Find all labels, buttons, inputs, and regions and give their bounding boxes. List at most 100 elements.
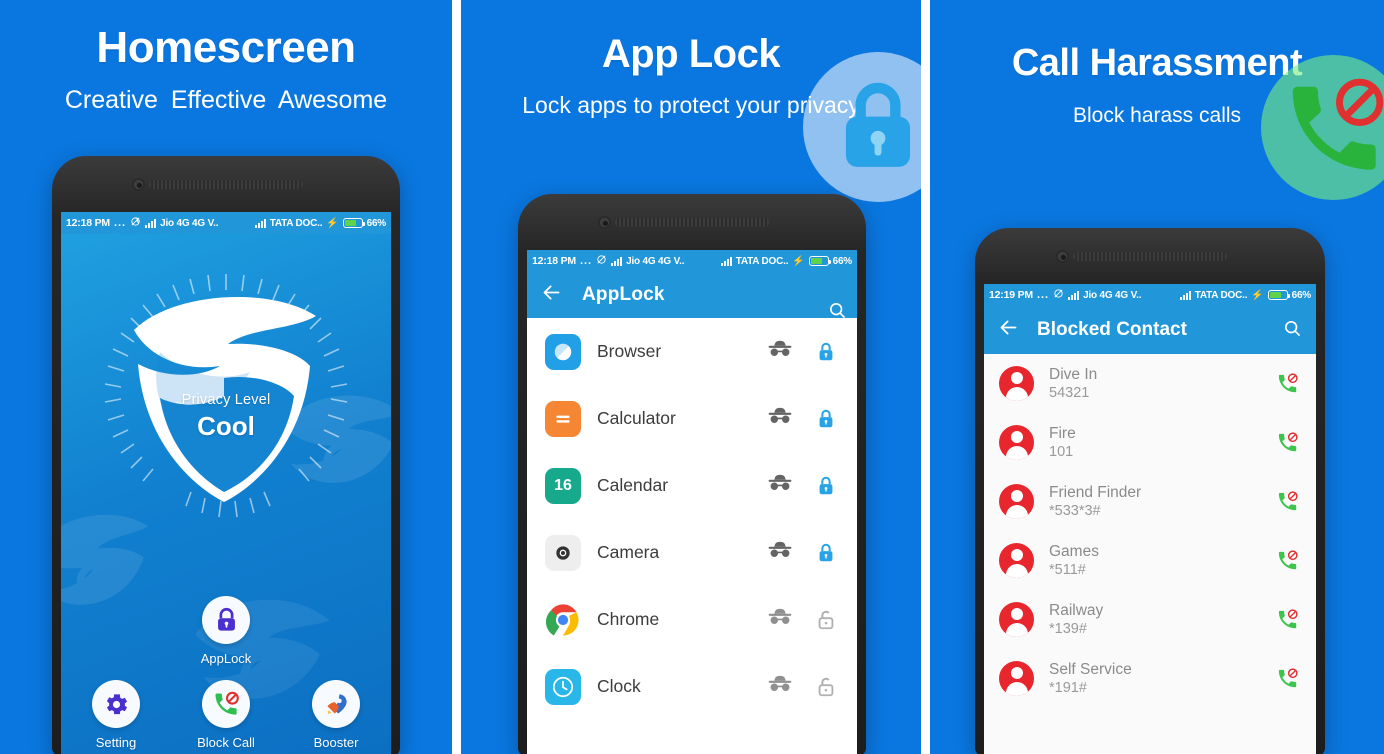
carrier-1: Jio 4G 4G V.. bbox=[160, 217, 219, 229]
no-sync-icon bbox=[130, 216, 141, 230]
contact-name: Self Service bbox=[1049, 660, 1132, 678]
call-blocked-icon[interactable] bbox=[1272, 549, 1302, 572]
call-block-icon bbox=[202, 680, 250, 728]
table-row[interactable]: Fire 101 bbox=[984, 413, 1316, 472]
contact-name: Friend Finder bbox=[1049, 483, 1142, 501]
list-item[interactable]: 16 Calendar bbox=[527, 452, 857, 519]
app-bar-title: Blocked Contact bbox=[1037, 319, 1187, 340]
battery-icon bbox=[342, 218, 365, 228]
app-bar: Blocked Contact bbox=[984, 306, 1316, 354]
call-blocked-icon[interactable] bbox=[1272, 490, 1302, 513]
contact-name: Fire bbox=[1049, 424, 1076, 442]
call-blocked-icon[interactable] bbox=[1272, 431, 1302, 454]
home-app-booster[interactable]: Booster bbox=[282, 680, 390, 750]
back-arrow-icon[interactable] bbox=[998, 317, 1019, 343]
avatar bbox=[999, 543, 1034, 578]
carrier-2: TATA DOC.. bbox=[269, 217, 323, 229]
unlock-toggle[interactable] bbox=[811, 676, 841, 698]
battery-icon bbox=[808, 256, 831, 266]
status-bar: 12:19 PM ... Jio 4G 4G V.. TATA DOC.. ⚡ … bbox=[984, 284, 1316, 306]
front-camera-icon bbox=[1055, 249, 1069, 263]
earpiece-speaker bbox=[615, 217, 769, 227]
app-row-bottom: Setting Block Call Booster bbox=[61, 680, 391, 750]
phone-top-bezel bbox=[975, 228, 1325, 284]
page-subtitle: Block harass calls bbox=[1072, 104, 1242, 127]
app-name: Browser bbox=[597, 341, 662, 361]
search-icon[interactable] bbox=[1282, 318, 1302, 343]
homescreen-wallpaper: Privacy Level Cool AppLock Setting Block… bbox=[61, 234, 391, 754]
home-app-setting[interactable]: Setting bbox=[62, 680, 170, 750]
clock-icon bbox=[545, 668, 581, 705]
battery-percent: 66% bbox=[366, 217, 387, 229]
status-time: 12:18 PM bbox=[532, 255, 576, 267]
page-title: Homescreen bbox=[96, 23, 356, 72]
contact-info: Self Service *191# bbox=[1049, 660, 1257, 698]
table-row[interactable]: Dive In 54321 bbox=[984, 354, 1316, 413]
app-bar-title: AppLock bbox=[582, 284, 665, 305]
contact-number: *191# bbox=[1049, 679, 1087, 696]
table-row[interactable]: Railway *139# bbox=[984, 590, 1316, 649]
camera-icon bbox=[545, 534, 581, 571]
calendar-icon: 16 bbox=[545, 467, 581, 504]
list-item[interactable]: Clock bbox=[527, 653, 857, 720]
battery-percent: 66% bbox=[1291, 289, 1312, 301]
home-app-applock[interactable]: AppLock bbox=[172, 596, 280, 666]
phone-screen: 12:18 PM ... Jio 4G 4G V.. TATA DOC.. ⚡ … bbox=[61, 212, 391, 754]
lock-toggle[interactable] bbox=[811, 475, 841, 497]
privacy-level-label: Privacy Level bbox=[181, 392, 271, 408]
status-dots: ... bbox=[1036, 289, 1050, 301]
list-item[interactable]: Chrome bbox=[527, 586, 857, 653]
home-app-label: Setting bbox=[95, 735, 137, 750]
home-app-block-call[interactable]: Block Call bbox=[172, 680, 280, 750]
gear-icon bbox=[92, 680, 140, 728]
incognito-icon[interactable] bbox=[767, 407, 795, 430]
charging-bolt-icon: ⚡ bbox=[1251, 289, 1264, 301]
phone-mockup: 12:19 PM ... Jio 4G 4G V.. TATA DOC.. ⚡ … bbox=[975, 228, 1325, 754]
chrome-icon bbox=[545, 602, 581, 638]
rocket-icon bbox=[312, 680, 360, 728]
carrier-2: TATA DOC.. bbox=[1194, 289, 1248, 301]
signal-icon-1 bbox=[1068, 290, 1080, 300]
app-name: Calendar bbox=[597, 475, 669, 495]
panel-homescreen: Homescreen Creative Effective Awesome 12… bbox=[0, 0, 452, 754]
call-blocked-icon[interactable] bbox=[1272, 372, 1302, 395]
list-item[interactable]: Calculator bbox=[527, 385, 857, 452]
incognito-icon[interactable] bbox=[767, 340, 795, 363]
phone-mockup: 12:18 PM ... Jio 4G 4G V.. TATA DOC.. ⚡ … bbox=[518, 194, 866, 754]
unlock-toggle[interactable] bbox=[811, 609, 841, 631]
call-blocked-icon[interactable] bbox=[1272, 667, 1302, 690]
list-item[interactable]: Browser bbox=[527, 318, 857, 385]
table-row[interactable]: Games *511# bbox=[984, 531, 1316, 590]
table-row[interactable]: Self Service *191# bbox=[984, 649, 1316, 708]
incognito-icon[interactable] bbox=[767, 474, 795, 497]
contact-number: *533*3# bbox=[1049, 502, 1101, 519]
incognito-icon[interactable] bbox=[767, 608, 795, 631]
page-subtitle: Creative Effective Awesome bbox=[64, 86, 388, 114]
panel-applock: App Lock Lock apps to protect your priva… bbox=[461, 0, 921, 754]
list-item[interactable]: Camera bbox=[527, 519, 857, 586]
call-blocked-icon[interactable] bbox=[1272, 608, 1302, 631]
home-app-label: Booster bbox=[313, 735, 359, 750]
phone-screen: 12:18 PM ... Jio 4G 4G V.. TATA DOC.. ⚡ … bbox=[527, 250, 857, 754]
avatar bbox=[999, 425, 1034, 460]
table-row[interactable]: Friend Finder *533*3# bbox=[984, 472, 1316, 531]
lock-toggle[interactable] bbox=[811, 408, 841, 430]
phone-top-bezel bbox=[518, 194, 866, 250]
incognito-icon[interactable] bbox=[767, 675, 795, 698]
status-bar: 12:18 PM ... Jio 4G 4G V.. TATA DOC.. ⚡ … bbox=[61, 212, 391, 234]
search-icon[interactable] bbox=[827, 300, 847, 325]
incognito-icon[interactable] bbox=[767, 541, 795, 564]
panel-call-harassment: Call Harassment Block harass calls 12:19… bbox=[930, 0, 1384, 754]
no-sync-icon bbox=[596, 254, 607, 268]
panel-headings: Call Harassment Block harass calls bbox=[930, 38, 1384, 132]
contact-name: Games bbox=[1049, 542, 1099, 560]
status-bar: 12:18 PM ... Jio 4G 4G V.. TATA DOC.. ⚡ … bbox=[527, 250, 857, 272]
lock-toggle[interactable] bbox=[811, 542, 841, 564]
lock-toggle[interactable] bbox=[811, 341, 841, 363]
contact-info: Fire 101 bbox=[1049, 424, 1257, 462]
charging-bolt-icon: ⚡ bbox=[792, 255, 805, 267]
back-arrow-icon[interactable] bbox=[541, 282, 562, 308]
screenshot-board: Homescreen Creative Effective Awesome 12… bbox=[0, 0, 1384, 754]
battery-percent: 66% bbox=[832, 255, 853, 267]
contact-info: Friend Finder *533*3# bbox=[1049, 483, 1257, 521]
